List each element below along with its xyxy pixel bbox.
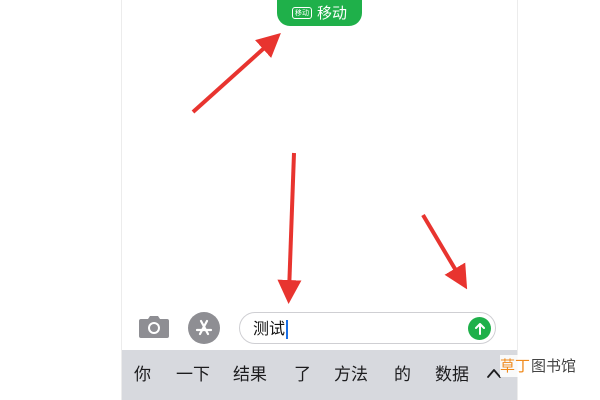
arrow-up-icon <box>474 322 485 335</box>
candidate-item[interactable]: 方法 <box>334 364 368 386</box>
message-text: 测试 <box>253 319 286 338</box>
candidate-item[interactable]: 你 <box>134 364 151 386</box>
app-store-icon <box>195 319 213 336</box>
candidate-item[interactable]: 的 <box>394 364 411 386</box>
watermark: 草丁 图书馆 <box>500 355 577 377</box>
message-input[interactable]: 测试 <box>239 312 496 344</box>
text-cursor <box>286 319 289 339</box>
camera-button[interactable] <box>136 312 172 342</box>
ime-candidate-bar: 你 一下 结果 了 方法 的 数据 <box>122 350 517 400</box>
message-text-wrap: 测试 <box>253 319 289 339</box>
watermark-part1: 草丁 <box>500 357 531 375</box>
candidate-item[interactable]: 了 <box>294 364 311 386</box>
watermark-part2: 图书馆 <box>531 357 577 375</box>
candidate-item[interactable]: 一下 <box>176 364 210 386</box>
candidate-item[interactable]: 数据 <box>435 364 469 386</box>
camera-icon <box>139 316 169 338</box>
send-button[interactable] <box>468 317 491 340</box>
phone-screen: 移动 移动 测试 你 一下 结果 了 方法 的 数据 <box>121 0 518 400</box>
app-store-button[interactable] <box>188 312 220 344</box>
candidate-item[interactable]: 结果 <box>233 364 267 386</box>
message-composer: 测试 <box>122 306 517 350</box>
